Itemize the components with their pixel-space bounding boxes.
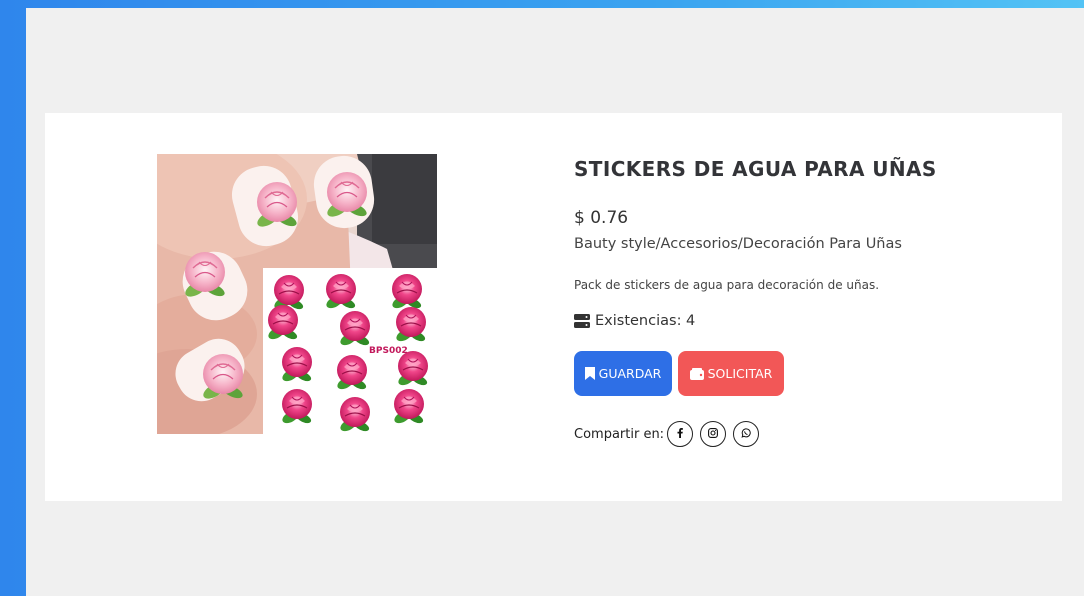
stock-info: Existencias: 4 (574, 313, 695, 329)
request-button[interactable]: SOLICITAR (678, 351, 784, 396)
save-button[interactable]: GUARDAR (574, 351, 672, 396)
image-sticker-code: BPS002 (369, 346, 408, 356)
product-card: BPS002 STICKERS DE AGUA PARA UÑAS $ 0.76… (45, 113, 1062, 501)
whatsapp-icon (741, 427, 751, 442)
instagram-share-button[interactable] (700, 421, 727, 447)
whatsapp-share-button[interactable] (733, 421, 760, 447)
product-description: Pack de stickers de agua para decoración… (574, 278, 880, 292)
instagram-icon (708, 427, 719, 442)
product-price: $ 0.76 (574, 208, 629, 228)
request-button-label: SOLICITAR (707, 366, 773, 381)
breadcrumb: Bauty style/Accesorios/Decoración Para U… (574, 236, 902, 252)
wallet-icon (689, 367, 704, 380)
facebook-share-button[interactable] (667, 421, 694, 447)
product-image: BPS002 (157, 154, 437, 434)
share-section: Compartir en: (574, 421, 766, 447)
page-background: BPS002 STICKERS DE AGUA PARA UÑAS $ 0.76… (26, 8, 1084, 596)
save-button-label: GUARDAR (598, 366, 662, 381)
server-icon (574, 314, 590, 328)
share-label: Compartir en: (574, 426, 665, 442)
product-title: STICKERS DE AGUA PARA UÑAS (574, 157, 937, 181)
facebook-icon (677, 427, 683, 442)
bookmark-icon (584, 367, 595, 380)
stock-label: Existencias: 4 (595, 313, 696, 329)
